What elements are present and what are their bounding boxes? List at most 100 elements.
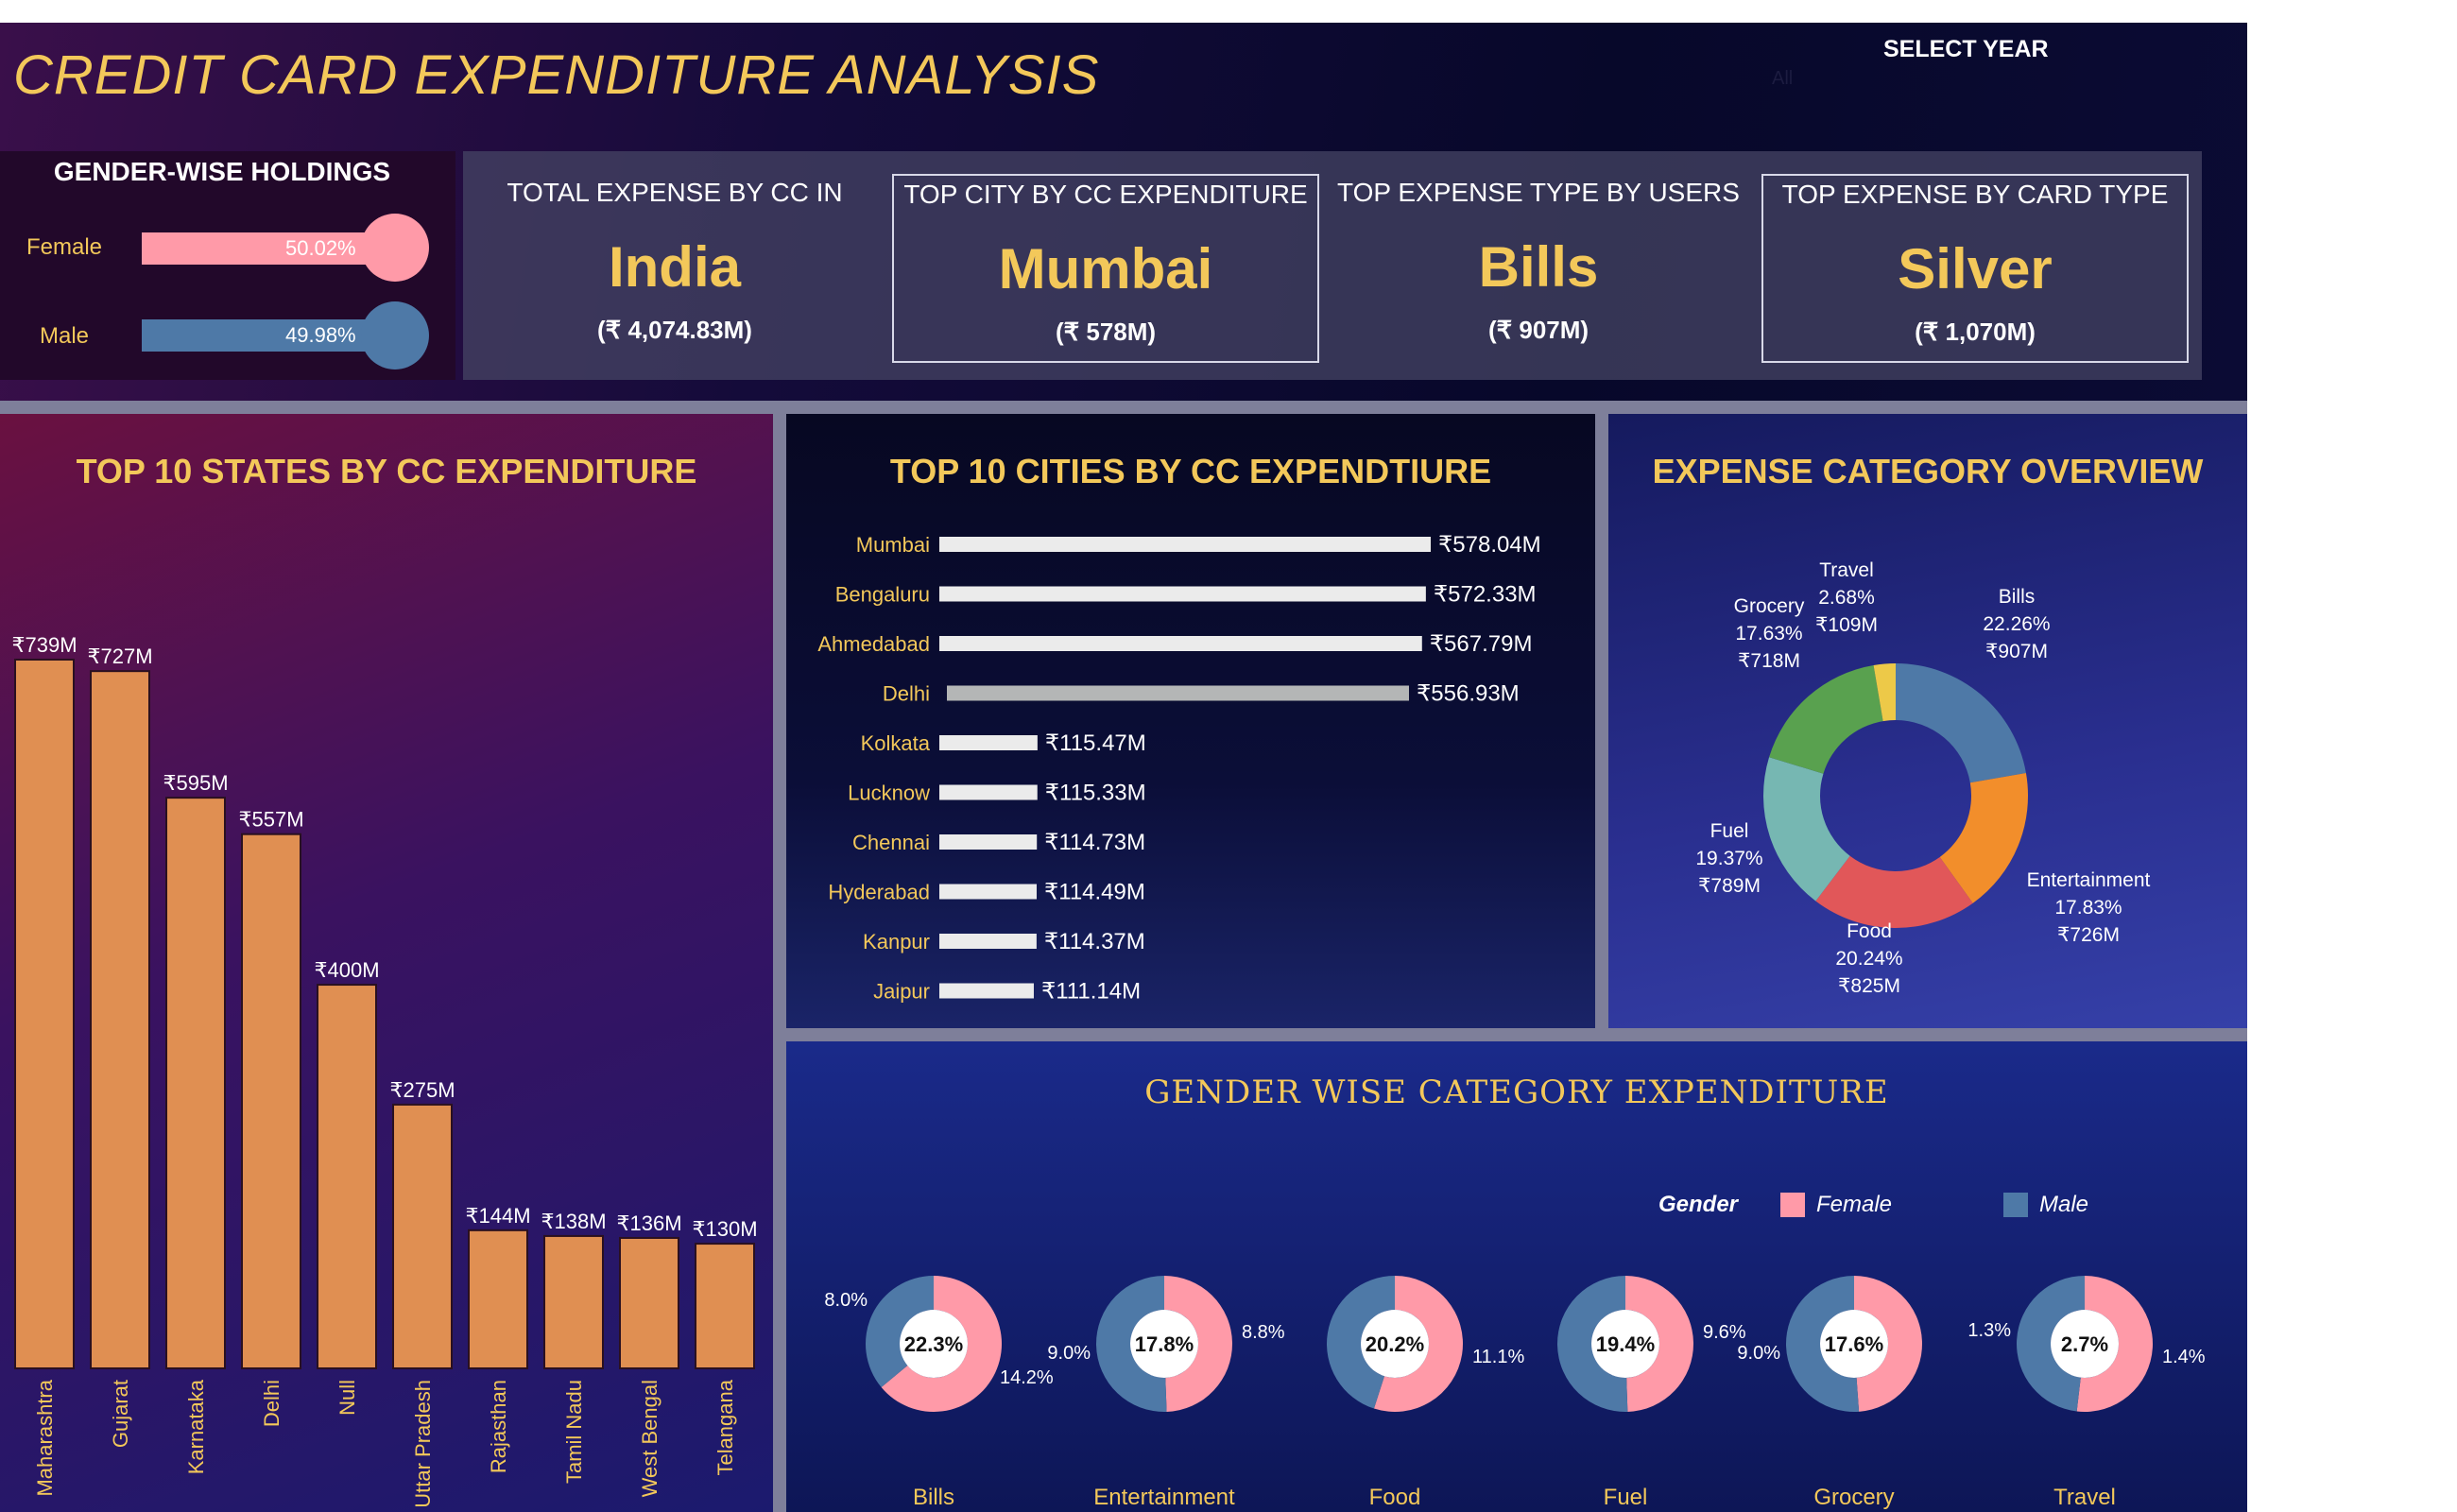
female-pct-label: 14.2%	[1000, 1367, 1054, 1388]
city-bar-value: ₹115.33M	[1045, 781, 1146, 806]
category-slice-label: Food	[1847, 920, 1892, 942]
category-slice	[1769, 664, 1883, 774]
city-bar	[939, 537, 1431, 552]
male-pct-label: 9.0%	[1047, 1343, 1091, 1364]
state-bar-value: ₹136M	[616, 1211, 681, 1235]
kpi-value: Silver	[1898, 237, 2053, 301]
male-holding-pct: 49.98%	[285, 323, 356, 347]
state-category-label: Null	[335, 1380, 359, 1416]
category-slice-label: Bills	[1999, 586, 2036, 608]
kpi-subvalue: (₹ 4,074.83M)	[597, 316, 752, 344]
dashboard-title: CREDIT CARD EXPENDITURE ANALYSIS	[13, 44, 1100, 106]
vertical-divider	[1595, 414, 1608, 1028]
city-label: Chennai	[852, 831, 930, 854]
state-bar-value: ₹727M	[87, 644, 152, 668]
city-bar	[947, 685, 1410, 701]
category-slice-label: ₹109M	[1815, 614, 1878, 636]
gender-category-donuts: Gender Female Male 22.3% 14.2% 8.0% Bills 17.8%…	[824, 1192, 2205, 1510]
state-bar-value: ₹275M	[389, 1078, 455, 1102]
donut-center-value: 20.2%	[1366, 1332, 1424, 1356]
male-label: Male	[40, 323, 90, 349]
donut-category-label: Travel	[2053, 1485, 2116, 1510]
female-pct-label: 9.6%	[1703, 1322, 1746, 1343]
state-bar-value: ₹400M	[314, 958, 379, 982]
kpi-value: India	[608, 235, 741, 299]
kpi-subvalue: (₹ 1,070M)	[1915, 318, 2036, 346]
donut-category-label: Entertainment	[1093, 1485, 1235, 1510]
state-category-label: Maharashtra	[33, 1379, 57, 1496]
city-bar	[939, 934, 1037, 949]
category-slice-label: 22.26%	[1983, 613, 2050, 635]
horizontal-divider	[786, 1028, 2247, 1041]
city-label: Hyderabad	[828, 881, 930, 904]
legend-label: Female	[1816, 1192, 1892, 1217]
kpi-top-city: TOP CITY BY CC EXPENDITURE Mumbai (₹ 578…	[892, 174, 1319, 363]
category-slice-label: 17.63%	[1735, 623, 1802, 644]
horizontal-divider	[0, 401, 2247, 414]
kpi-subvalue: (₹ 907M)	[1487, 316, 1589, 344]
kpi-subvalue: (₹ 578M)	[1055, 318, 1157, 346]
donut-category-label: Fuel	[1604, 1485, 1648, 1510]
state-bar	[165, 797, 226, 1369]
male-pct-label: 1.3%	[1967, 1320, 2011, 1341]
cities-bar-chart: Mumbai ₹578.04M Bengaluru ₹572.33M Ahmedabad…	[817, 532, 1541, 1005]
city-bar-value: ₹567.79M	[1430, 631, 1533, 657]
donut-category-label: Grocery	[1813, 1485, 1894, 1510]
category-slice-label: 19.37%	[1695, 848, 1762, 869]
category-slice-label: ₹726M	[2057, 924, 2120, 946]
female-pct-label: 8.8%	[1242, 1322, 1285, 1343]
male-holding-bar	[142, 319, 395, 352]
legend-title: Gender	[1658, 1192, 1740, 1217]
category-slice	[1896, 663, 2026, 783]
city-bar-value: ₹115.47M	[1045, 730, 1146, 756]
dashboard: CREDIT CARD EXPENDITURE ANALYSIS SELECT …	[0, 23, 2247, 1512]
state-bar-value: ₹595M	[163, 771, 228, 795]
city-bar	[939, 636, 1422, 651]
kpi-value: Bills	[1478, 235, 1599, 299]
female-pct-label: 11.1%	[1472, 1347, 1524, 1367]
city-bar	[939, 586, 1426, 602]
city-label: Delhi	[883, 682, 930, 706]
male-holding-marker	[360, 301, 429, 369]
city-label: Kanpur	[863, 930, 930, 954]
states-bar-chart: ₹739M Maharashtra ₹727M Gujarat ₹595M Karnata…	[11, 633, 757, 1508]
category-slice-label: ₹789M	[1698, 875, 1761, 897]
male-pct-label: 8.0%	[824, 1290, 868, 1311]
city-bar-value: ₹114.73M	[1044, 830, 1145, 855]
gender-holdings-title: GENDER-WISE HOLDINGS	[53, 157, 391, 186]
legend-label: Male	[2039, 1192, 2088, 1217]
state-category-label: Telangana	[713, 1379, 737, 1475]
category-donut-chart: Bills 22.26% ₹907M Entertainment 17.83% ₹726M…	[1695, 559, 2151, 997]
category-slice-label: Entertainment	[2027, 869, 2151, 891]
city-label: Kolkata	[861, 731, 931, 755]
donut-center-value: 19.4%	[1596, 1332, 1655, 1356]
donut-center-value: 22.3%	[904, 1332, 963, 1356]
category-slice-label: Fuel	[1710, 820, 1749, 842]
city-bar	[939, 834, 1038, 850]
state-category-label: Delhi	[260, 1380, 284, 1427]
city-bar	[939, 884, 1037, 900]
city-label: Ahmedabad	[817, 632, 930, 656]
state-category-label: Tamil Nadu	[562, 1380, 586, 1484]
city-bar	[939, 983, 1034, 999]
category-slice-label: 2.68%	[1818, 587, 1875, 609]
kpi-total-expense: TOTAL EXPENSE BY CC IN India (₹ 4,074.83…	[463, 174, 886, 359]
city-bar	[939, 784, 1038, 800]
state-bar	[90, 670, 150, 1369]
female-holding-bar	[142, 232, 395, 265]
city-label: Bengaluru	[835, 583, 930, 607]
state-bar	[695, 1243, 755, 1369]
category-slice-label: Travel	[1819, 559, 1874, 581]
donut-center-value: 17.8%	[1135, 1332, 1194, 1356]
category-slice-label: 20.24%	[1835, 948, 1902, 970]
kpi-value: Mumbai	[998, 237, 1213, 301]
state-bar-value: ₹130M	[692, 1217, 757, 1241]
city-bar-value: ₹578.04M	[1438, 532, 1541, 558]
donut-center-value: 17.6%	[1825, 1332, 1883, 1356]
female-holding-pct: 50.02%	[285, 236, 356, 260]
state-category-label: West Bengal	[638, 1380, 662, 1497]
state-bar	[392, 1103, 453, 1369]
city-bar-value: ₹572.33M	[1434, 582, 1537, 608]
year-filter-dropdown[interactable]: All	[1772, 68, 1793, 90]
female-holding-marker	[361, 214, 429, 282]
